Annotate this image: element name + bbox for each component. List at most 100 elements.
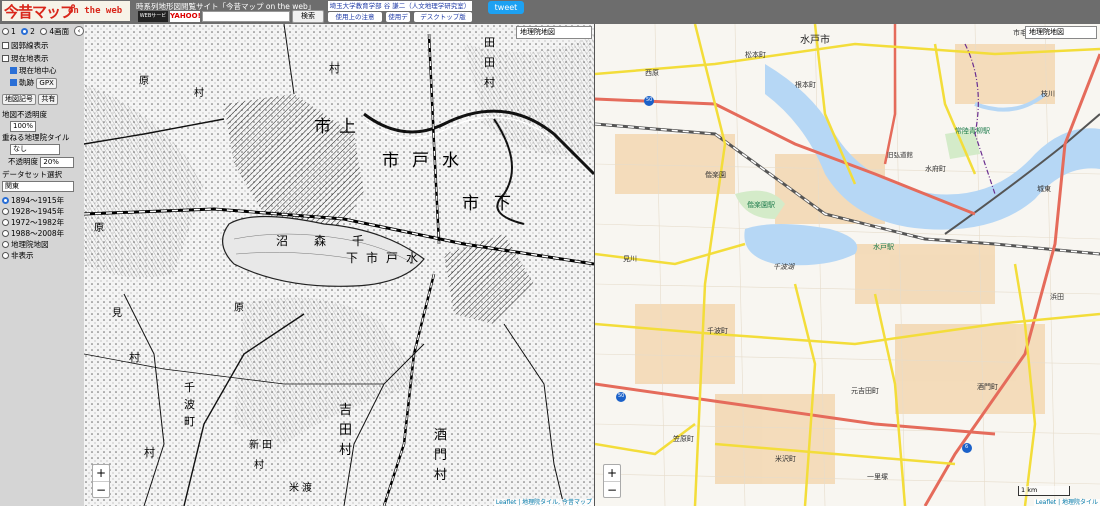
- desktop-button[interactable]: デスクトップ版: [414, 12, 472, 22]
- old-map-label: 村: [329, 62, 340, 75]
- opacity-label: 地図不透明度: [2, 110, 47, 119]
- modern-map-label: 西原: [645, 69, 659, 77]
- old-map-label: 下: [346, 251, 359, 265]
- modern-map-label: 水戸駅: [873, 243, 894, 251]
- period-5-radio[interactable]: [2, 241, 9, 248]
- view-1-radio[interactable]: [2, 28, 9, 35]
- gpx-button[interactable]: GPX: [36, 78, 57, 89]
- period-6-radio[interactable]: [2, 252, 9, 259]
- period-2-option[interactable]: 1928～1945年: [2, 207, 64, 217]
- modern-map: [595, 24, 1100, 506]
- old-map-label: 上: [339, 117, 356, 137]
- track-checkbox[interactable]: [10, 79, 17, 86]
- period-4-option[interactable]: 1988～2008年: [2, 229, 64, 239]
- zoom-out-button[interactable]: −: [604, 482, 620, 499]
- old-map-label: 新: [249, 440, 259, 451]
- old-map-label: 酒: [434, 428, 448, 443]
- old-map-label: 田: [262, 440, 272, 451]
- view-4-radio[interactable]: [40, 28, 48, 35]
- header-bar: 今昔マップ on the web 時系列地形図閲覧サイト「今昔マップ on th…: [0, 0, 1100, 31]
- period-4-label: 1988～2008年: [11, 229, 65, 238]
- track-option[interactable]: 軌跡 GPX: [10, 78, 57, 89]
- figure-border-option[interactable]: 図郭線表示: [2, 41, 49, 51]
- period-1-option[interactable]: 1894～1915年: [2, 196, 64, 206]
- period-3-radio[interactable]: [2, 219, 9, 226]
- site-logo[interactable]: 今昔マップ on the web: [2, 1, 130, 21]
- zoom-out-button[interactable]: −: [93, 482, 109, 499]
- old-map-label: 水: [442, 151, 459, 171]
- old-map-label: 村: [339, 443, 353, 458]
- author-link[interactable]: 埼玉大学教育学部 谷 謙二（人文地理学研究室）: [328, 1, 472, 11]
- zoom-in-button[interactable]: +: [93, 465, 109, 482]
- view-mode-group: 1 2 4画面: [2, 27, 69, 37]
- period-1-radio[interactable]: [2, 197, 9, 204]
- modern-map-label: 元吉田町: [851, 387, 879, 395]
- old-map-zoom-control: + −: [92, 464, 110, 498]
- overlay-opacity-label: 不透明度: [8, 157, 38, 166]
- modern-map-label: 常陸青柳駅: [955, 127, 990, 135]
- modern-map-label: 旧弘道館: [887, 151, 913, 159]
- old-map-label: 門: [434, 448, 448, 463]
- period-3-label: 1972～1982年: [11, 218, 65, 227]
- old-map-label: 村: [434, 468, 448, 483]
- route-shield-label: 50: [618, 393, 625, 399]
- modern-map-label: 偕楽園駅: [747, 201, 775, 209]
- old-map-label: 米: [289, 483, 299, 494]
- zoom-in-button[interactable]: +: [604, 465, 620, 482]
- sidebar: 1 2 4画面 図郭線表示 現在地表示 現在地中心 軌跡 GPX 地図記号 共有…: [0, 24, 84, 506]
- modern-map-label: 根本町: [795, 81, 816, 89]
- dataset-label: データセット選択: [2, 170, 62, 179]
- modern-map-zoom-control: + −: [603, 464, 621, 498]
- collapse-sidebar-icon[interactable]: ‹: [74, 26, 84, 36]
- period-6-label: 非表示: [11, 251, 34, 260]
- data-button[interactable]: 使用データ: [386, 12, 410, 31]
- route-shield-label: 50: [646, 97, 653, 103]
- view-2-radio[interactable]: [21, 28, 29, 35]
- current-center-checkbox[interactable]: [10, 67, 17, 74]
- old-map-label: 村: [144, 446, 155, 459]
- period-6-option[interactable]: 非表示: [2, 251, 34, 261]
- search-input[interactable]: [202, 11, 290, 22]
- old-map-label: 田: [484, 36, 495, 49]
- current-location-option[interactable]: 現在地表示: [2, 54, 49, 64]
- modern-map-label: 枝川: [1041, 90, 1055, 98]
- old-map-label: 下: [494, 194, 511, 214]
- search-service-label: WEBサービス by: [138, 11, 168, 30]
- modern-map-layer-select[interactable]: 地理院地図: [1025, 26, 1097, 39]
- tweet-button[interactable]: tweet: [488, 1, 524, 14]
- overlay-opacity-select[interactable]: 20%: [40, 157, 75, 168]
- old-map-label: 村: [194, 88, 204, 99]
- overlay-label: 重ねる地理院タイル: [2, 133, 70, 142]
- overlay-select[interactable]: なし: [10, 144, 60, 155]
- period-5-option[interactable]: 地理院地図: [2, 240, 49, 250]
- figure-border-checkbox[interactable]: [2, 42, 9, 49]
- current-center-label: 現在地中心: [19, 66, 57, 75]
- logo-text: 今昔マップ: [4, 3, 75, 21]
- modern-map-pane[interactable]: 50 50 6 水戸市 市毛 松本町 根本町 西原 枝川 常陸青柳駅 水府町 旧…: [595, 24, 1100, 506]
- modern-map-label: 千波湖: [773, 263, 794, 271]
- period-2-radio[interactable]: [2, 208, 9, 215]
- view-2-label: 2: [30, 27, 35, 36]
- old-map-attribution[interactable]: Leaflet | 地理院タイル, 今昔マップ: [493, 499, 594, 506]
- notice-button[interactable]: 使用上の注意: [328, 12, 382, 22]
- dataset-select[interactable]: 関東: [2, 181, 74, 192]
- old-map-label: 田: [484, 56, 495, 69]
- current-location-checkbox[interactable]: [2, 55, 9, 62]
- period-4-radio[interactable]: [2, 230, 9, 237]
- old-map-label: 原: [234, 303, 244, 314]
- opacity-select[interactable]: 100%: [10, 121, 37, 132]
- map-symbols-button[interactable]: 地図記号: [2, 94, 36, 105]
- old-map-label: 沼: [276, 234, 289, 248]
- current-center-option[interactable]: 現在地中心: [10, 66, 57, 76]
- old-map-layer-select[interactable]: 地理院地図: [516, 26, 592, 39]
- old-map-label: 水: [406, 251, 419, 265]
- share-button[interactable]: 共有: [38, 94, 59, 105]
- search-button[interactable]: 検索: [292, 10, 324, 23]
- period-3-option[interactable]: 1972～1982年: [2, 218, 64, 228]
- modern-map-attribution[interactable]: Leaflet | 地理院タイル: [1033, 499, 1100, 506]
- old-map-pane[interactable]: 市 上 市 戸 水 下 市 沼 森 千 下 市 戸 水 田 田 村 村 原 村 …: [84, 24, 594, 506]
- modern-map-label: 見川: [623, 255, 637, 263]
- old-map-label: 町: [184, 415, 195, 428]
- old-map-label: 戸: [412, 151, 429, 171]
- old-map-label: 森: [314, 234, 327, 248]
